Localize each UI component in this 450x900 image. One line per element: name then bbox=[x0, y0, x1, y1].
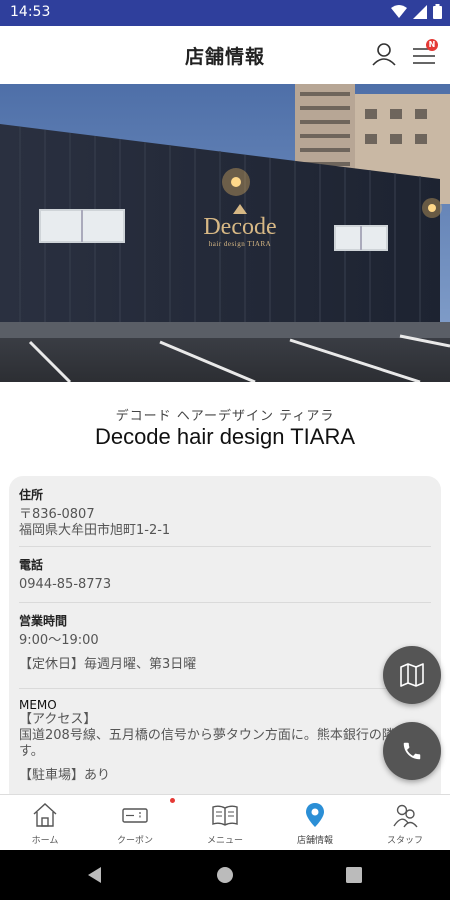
shop-info-card: 住所 〒836-0807 福岡県大牟田市旭町1-2-1 電話 0944-85-8… bbox=[9, 476, 441, 806]
status-bar: 14:53 bbox=[0, 0, 450, 26]
memo-access-title: 【アクセス】 bbox=[19, 712, 97, 727]
address-section: 住所 〒836-0807 福岡県大牟田市旭町1-2-1 bbox=[19, 486, 431, 539]
wifi-icon bbox=[391, 4, 407, 18]
staff-icon bbox=[393, 804, 418, 828]
phone-icon bbox=[403, 742, 421, 760]
memo-section: MEMO 【アクセス】 国道208号線、五月橋の信号から夢タウン方面に。熊本銀行… bbox=[19, 698, 431, 784]
user-icon[interactable] bbox=[370, 40, 398, 68]
nav-staff[interactable]: スタッフ bbox=[360, 795, 450, 851]
phone-number[interactable]: 0944-85-8773 bbox=[19, 577, 431, 593]
hours-text: 9:00～19:00 bbox=[19, 633, 99, 648]
nav-shop-info[interactable]: 店舗情報 bbox=[270, 795, 360, 851]
memo-access-text: 国道208号線、五月橋の信号から夢タウン方面に。熊本銀行の隣に bbox=[19, 728, 408, 743]
address-label: 住所 bbox=[19, 488, 44, 502]
app-bar: 店舗情報 N bbox=[0, 26, 450, 85]
nav-shop-info-label: 店舗情報 bbox=[296, 836, 333, 846]
map-button[interactable] bbox=[383, 646, 441, 704]
back-icon[interactable] bbox=[86, 866, 104, 884]
bottom-nav: ホーム クーポン メニュー 店舗情報 スタッフ bbox=[0, 794, 450, 851]
sign-emblem-icon bbox=[233, 204, 247, 214]
nav-menu-label: メニュー bbox=[206, 836, 243, 846]
system-nav-bar bbox=[0, 850, 450, 900]
sign-text: Decode bbox=[203, 214, 277, 240]
call-button[interactable] bbox=[383, 722, 441, 780]
shop-photo: Decode hair design TIARA bbox=[0, 84, 450, 382]
status-time: 14:53 bbox=[10, 4, 51, 20]
nav-menu[interactable]: メニュー bbox=[180, 795, 270, 851]
divider bbox=[19, 546, 431, 547]
nav-coupon[interactable]: クーポン bbox=[90, 795, 180, 851]
phone-label: 電話 bbox=[19, 558, 44, 572]
divider bbox=[19, 602, 431, 603]
nav-home-label: ホーム bbox=[31, 836, 59, 846]
hours-section: 営業時間 9:00～19:00 【定休日】毎週月曜、第3日曜 bbox=[19, 612, 431, 673]
memo-label: MEMO bbox=[19, 698, 57, 712]
recents-icon[interactable] bbox=[346, 867, 362, 883]
nav-coupon-label: クーポン bbox=[116, 836, 153, 846]
address-text[interactable]: 福岡県大牟田市旭町1-2-1 bbox=[19, 523, 431, 539]
signal-icon bbox=[413, 4, 427, 19]
shop-name-kana: デコード ヘアーデザイン ティアラ bbox=[115, 409, 335, 424]
location-pin-icon bbox=[306, 803, 324, 827]
sign-subtext: hair design TIARA bbox=[208, 240, 272, 248]
notification-badge: N bbox=[426, 39, 438, 51]
hours-label: 営業時間 bbox=[19, 614, 68, 628]
battery-icon bbox=[433, 4, 442, 19]
holiday-text: 【定休日】毎週月曜、第3日曜 bbox=[19, 657, 197, 672]
map-icon bbox=[400, 663, 424, 687]
menu-book-icon bbox=[212, 805, 238, 826]
nav-staff-label: スタッフ bbox=[386, 836, 423, 846]
shop-sign: Decode hair design TIARA bbox=[188, 204, 292, 248]
memo-parking-text: 【駐車場】あり bbox=[19, 768, 111, 783]
shop-name: Decode hair design TIARA bbox=[94, 424, 356, 449]
postal-code: 〒836-0807 bbox=[19, 507, 95, 522]
nav-home[interactable]: ホーム bbox=[0, 795, 90, 851]
home-icon bbox=[33, 803, 57, 827]
memo-access-text-cont: す。 bbox=[19, 744, 44, 759]
divider bbox=[19, 688, 431, 689]
coupon-new-dot bbox=[170, 798, 175, 803]
coupon-icon bbox=[122, 808, 148, 823]
phone-section: 電話 0944-85-8773 bbox=[19, 556, 431, 593]
home-circle-icon[interactable] bbox=[216, 866, 234, 884]
